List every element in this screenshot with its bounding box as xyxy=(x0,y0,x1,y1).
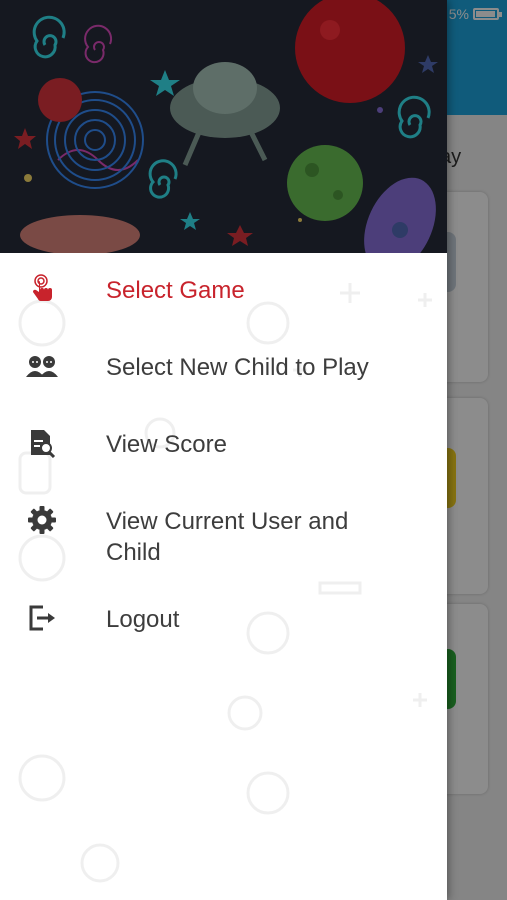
menu-item-label: View Current User and Child xyxy=(106,508,349,566)
menu-item-view-current-user[interactable]: View Current User and Child xyxy=(0,506,447,604)
menu-item-label: Select New Child to Play xyxy=(106,354,369,381)
drawer-header-image xyxy=(0,0,447,253)
drawer-menu-area: Select Game Select New Child to Play Vie… xyxy=(0,253,447,900)
menu-item-label: Logout xyxy=(106,606,180,633)
menu-item-label: View Score xyxy=(106,431,227,458)
children-icon xyxy=(24,348,60,384)
navigation-drawer: Select Game Select New Child to Play Vie… xyxy=(0,0,447,900)
menu-item-label: Select Game xyxy=(106,277,245,304)
menu-item-logout[interactable]: Logout xyxy=(0,604,447,681)
menu-item-select-new-child[interactable]: Select New Child to Play xyxy=(0,352,447,429)
drawer-menu: Select Game Select New Child to Play Vie… xyxy=(0,274,447,681)
score-document-icon xyxy=(24,425,60,461)
menu-item-view-score[interactable]: View Score xyxy=(0,429,447,506)
logout-icon xyxy=(24,600,60,636)
tap-hand-icon xyxy=(24,271,60,307)
gear-icon xyxy=(24,502,60,538)
menu-item-select-game[interactable]: Select Game xyxy=(0,274,447,352)
space-illustration xyxy=(0,0,447,253)
